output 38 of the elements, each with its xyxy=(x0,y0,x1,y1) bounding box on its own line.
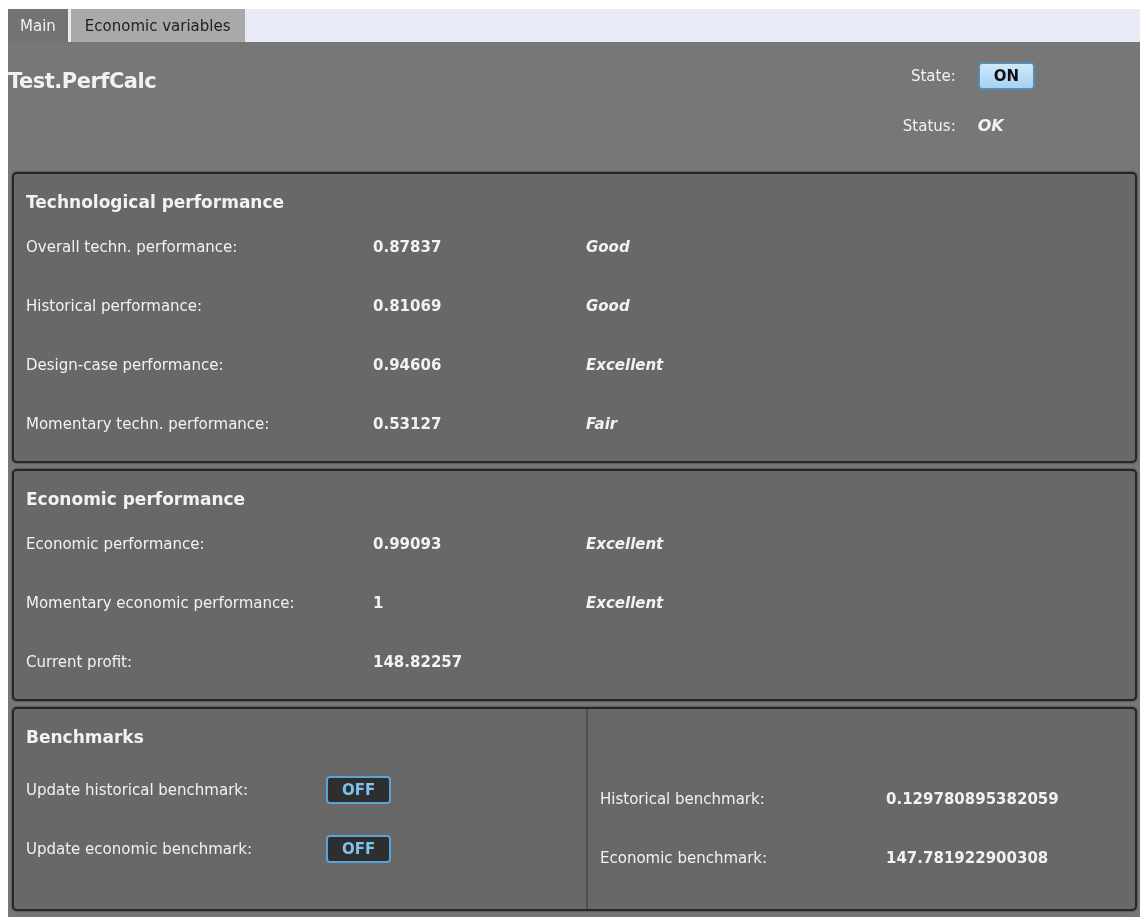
benchmark-value: 0.129780895382059 xyxy=(886,789,1059,808)
metric-value: 0.53127 xyxy=(373,414,443,433)
benchmark-toggle[interactable]: OFF xyxy=(326,775,392,804)
metric-label: Design-case performance: xyxy=(26,355,225,374)
tab[interactable]: Main xyxy=(8,9,68,42)
metric-rating: Excellent xyxy=(586,593,664,612)
section-heading: Benchmarks xyxy=(26,727,145,749)
metric-value: 0.99093 xyxy=(373,534,443,553)
metric-label: Historical performance: xyxy=(26,296,204,315)
metric-label: Economic performance: xyxy=(26,534,206,553)
metric-value: 148.82257 xyxy=(373,652,464,671)
tab[interactable]: Economic variables xyxy=(70,9,245,42)
metric-label: Current profit: xyxy=(26,652,134,671)
module-title: Test.PerfCalc xyxy=(8,69,157,95)
status-label: Status: xyxy=(902,116,956,135)
status-value: OK xyxy=(977,116,1006,135)
benchmark-value: 147.781922900308 xyxy=(886,848,1049,867)
metric-label: Overall techn. performance: xyxy=(26,237,239,256)
metric-rating: Excellent xyxy=(586,355,664,374)
toggle-label: Update economic benchmark: xyxy=(26,839,253,858)
metric-value: 0.87837 xyxy=(373,237,443,256)
metric-rating: Good xyxy=(586,237,630,256)
benchmark-label: Historical benchmark: xyxy=(600,789,766,808)
metric-rating: Excellent xyxy=(586,534,664,553)
state-label: State: xyxy=(910,67,956,85)
state-toggle[interactable]: ON xyxy=(977,62,1035,90)
metric-value: 1 xyxy=(373,593,385,612)
benchmark-toggle[interactable]: OFF xyxy=(326,834,392,863)
benchmark-label: Economic benchmark: xyxy=(600,848,769,867)
metric-label: Momentary economic performance: xyxy=(26,593,296,612)
metric-label: Momentary techn. performance: xyxy=(26,414,271,433)
metric-value: 0.81069 xyxy=(373,296,443,315)
metric-value: 0.94606 xyxy=(373,355,443,374)
toggle-label: Update historical benchmark: xyxy=(26,780,250,799)
metric-rating: Fair xyxy=(586,414,618,433)
section-heading: Technological performance xyxy=(26,192,286,214)
section-heading: Economic performance xyxy=(26,489,247,511)
metric-rating: Good xyxy=(586,296,630,315)
